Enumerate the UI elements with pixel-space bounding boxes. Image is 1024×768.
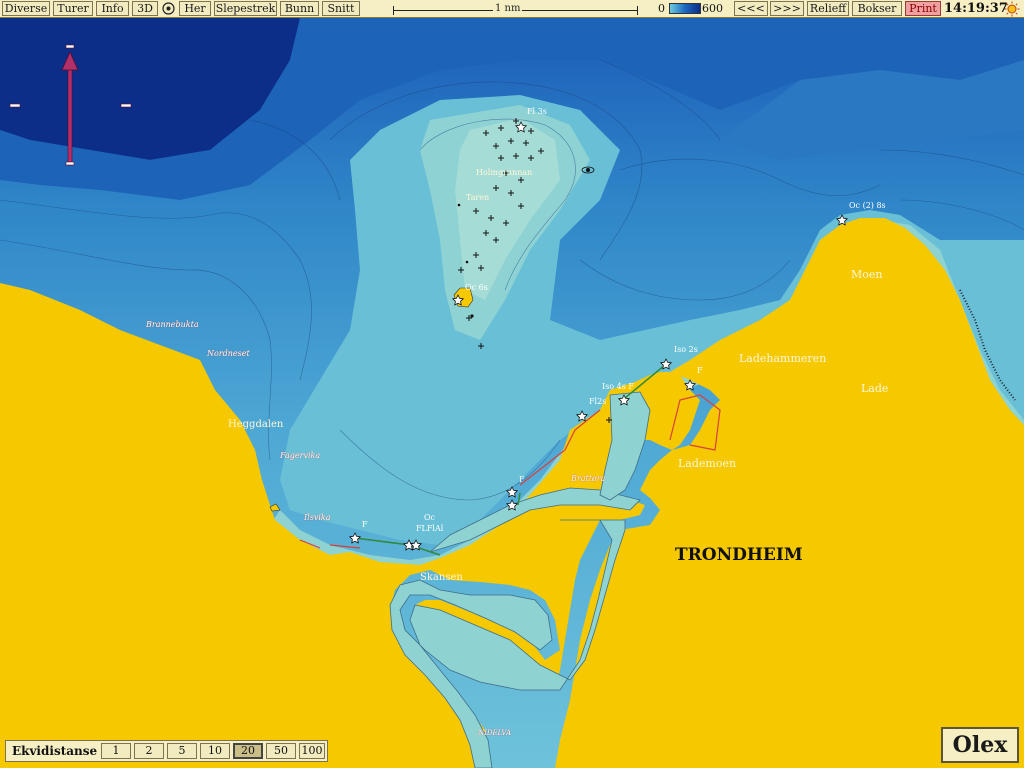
label-lade: Lade xyxy=(861,382,889,395)
target-icon[interactable] xyxy=(162,2,175,15)
equidistance-option-5[interactable]: 5 xyxy=(167,743,197,759)
light-label-brattora-f: F xyxy=(519,475,525,484)
label-fagervika: Fagervika xyxy=(280,451,321,460)
light-label-oc2-8s: Oc (2) 8s xyxy=(849,201,886,210)
equidistance-option-20[interactable]: 20 xyxy=(233,743,263,759)
depth-gradient[interactable] xyxy=(669,3,701,14)
menu-diverse-button[interactable]: Diverse xyxy=(2,1,50,16)
light-label-ilsvika-f: F xyxy=(362,520,368,529)
equidistance-panel: Ekvidistanse 1 2 5 10 20 50 100 xyxy=(5,740,328,762)
label-taren: Taren xyxy=(466,193,490,202)
equidistance-option-100[interactable]: 100 xyxy=(299,743,325,759)
snitt-button[interactable]: Snitt xyxy=(322,1,360,16)
slepestrek-button[interactable]: Slepestrek xyxy=(214,1,277,16)
relieff-button[interactable]: Relieff xyxy=(807,1,849,16)
light-label-iso2s: Iso 2s xyxy=(674,345,698,354)
print-button[interactable]: Print xyxy=(905,1,941,16)
menu-info-button[interactable]: Info xyxy=(96,1,129,16)
equidistance-option-10[interactable]: 10 xyxy=(200,743,230,759)
top-toolbar: Diverse Turer Info 3D Her Slepestrek Bun… xyxy=(0,0,1024,18)
light-label-flfl: FLFlAl xyxy=(416,524,444,533)
nav-back-button[interactable]: <<< xyxy=(734,1,768,16)
here-button[interactable]: Her xyxy=(179,1,211,16)
label-nordneset: Nordneset xyxy=(207,349,250,358)
bunn-button[interactable]: Bunn xyxy=(280,1,319,16)
light-label-iso4s: Iso 4s F xyxy=(602,382,634,391)
depth-min-label: 0 xyxy=(658,2,665,15)
light-label-fl2s: Fl2s xyxy=(589,397,607,406)
light-label-oc6s: Oc 6s xyxy=(465,283,488,292)
light-label-oc: Oc xyxy=(424,513,436,522)
menu-turer-button[interactable]: Turer xyxy=(53,1,93,16)
light-label-fl3s: Fl 3s xyxy=(527,107,547,116)
label-ladehammeren: Ladehammeren xyxy=(739,352,827,365)
scale-bar: 1 nm xyxy=(393,2,638,16)
label-ilsvika: Ilsvika xyxy=(304,513,331,522)
label-nidelva: NIDELVA xyxy=(478,729,512,737)
light-label-lade-f: F xyxy=(697,366,703,375)
depth-max-label: 600 xyxy=(702,2,723,15)
label-brattora: Brattøra xyxy=(571,474,606,483)
chart-map[interactable]: Holmgrunnan Taren Brannebukta Nordneset … xyxy=(0,18,1024,768)
label-skansen: Skansen xyxy=(420,572,463,583)
bokser-button[interactable]: Bokser xyxy=(852,1,902,16)
scale-tick-start xyxy=(393,6,394,15)
equidistance-label: Ekvidistanse xyxy=(12,744,98,758)
depth-legend: 0 600 xyxy=(658,1,728,16)
label-moen: Moen xyxy=(851,268,883,281)
label-trondheim: TRONDHEIM xyxy=(675,545,803,565)
label-heggdalen: Heggdalen xyxy=(228,419,284,430)
label-lademoen: Lademoen xyxy=(678,457,737,470)
olex-logo: Olex xyxy=(941,727,1019,763)
equidistance-option-2[interactable]: 2 xyxy=(134,743,164,759)
scale-label: 1 nm xyxy=(493,3,523,15)
equidistance-option-50[interactable]: 50 xyxy=(266,743,296,759)
sun-icon[interactable] xyxy=(1004,1,1020,17)
nav-forward-button[interactable]: >>> xyxy=(770,1,804,16)
equidistance-option-1[interactable]: 1 xyxy=(101,743,131,759)
clock: 14:19:37 xyxy=(944,1,1008,16)
menu-3d-button[interactable]: 3D xyxy=(132,1,158,16)
scale-tick-end xyxy=(637,6,638,15)
label-holmgrunnan: Holmgrunnan xyxy=(476,168,533,177)
label-brannebukta: Brannebukta xyxy=(146,320,199,329)
